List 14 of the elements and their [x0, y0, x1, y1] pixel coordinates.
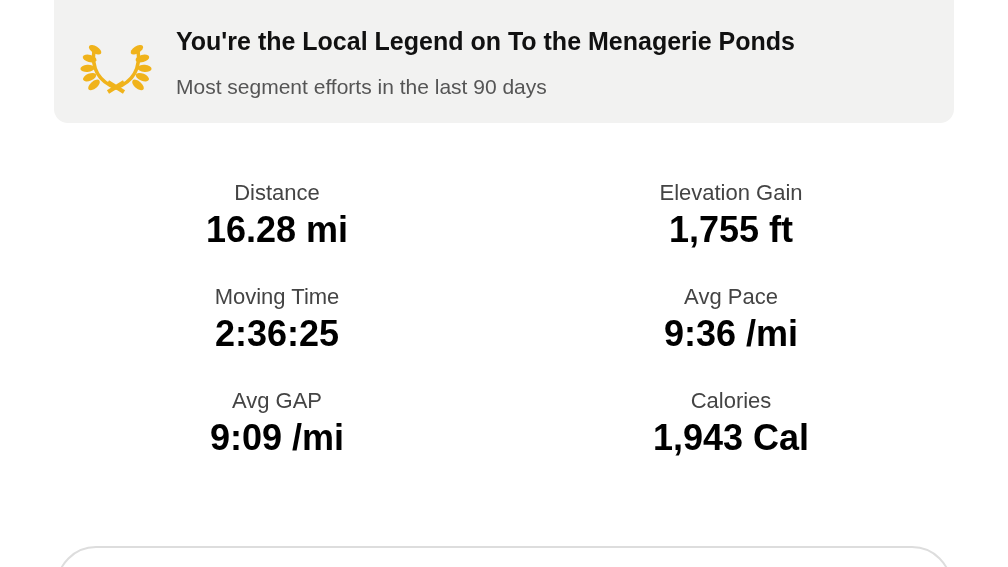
stat-label: Avg Pace	[684, 283, 778, 311]
stat-value: 9:36 /mi	[663, 312, 799, 356]
stat-value: 9:09 /mi	[209, 416, 345, 460]
stat-label: Moving Time	[214, 283, 340, 311]
stat-label: Distance	[234, 179, 320, 207]
stat-value: 2:36:25	[214, 312, 340, 356]
stat-label: Calories	[690, 387, 772, 415]
stat-value: 1,755 ft	[668, 208, 794, 252]
stat-label: Elevation Gain	[659, 179, 803, 207]
banner-subtitle: Most segment efforts in the last 90 days	[176, 73, 548, 100]
stat-value: 16.28 mi	[205, 208, 349, 252]
stat-value: 1,943 Cal	[652, 416, 810, 460]
banner-title: You're the Local Legend on To the Menagerie Ponds	[176, 26, 795, 57]
stat-label: Avg GAP	[231, 387, 323, 415]
